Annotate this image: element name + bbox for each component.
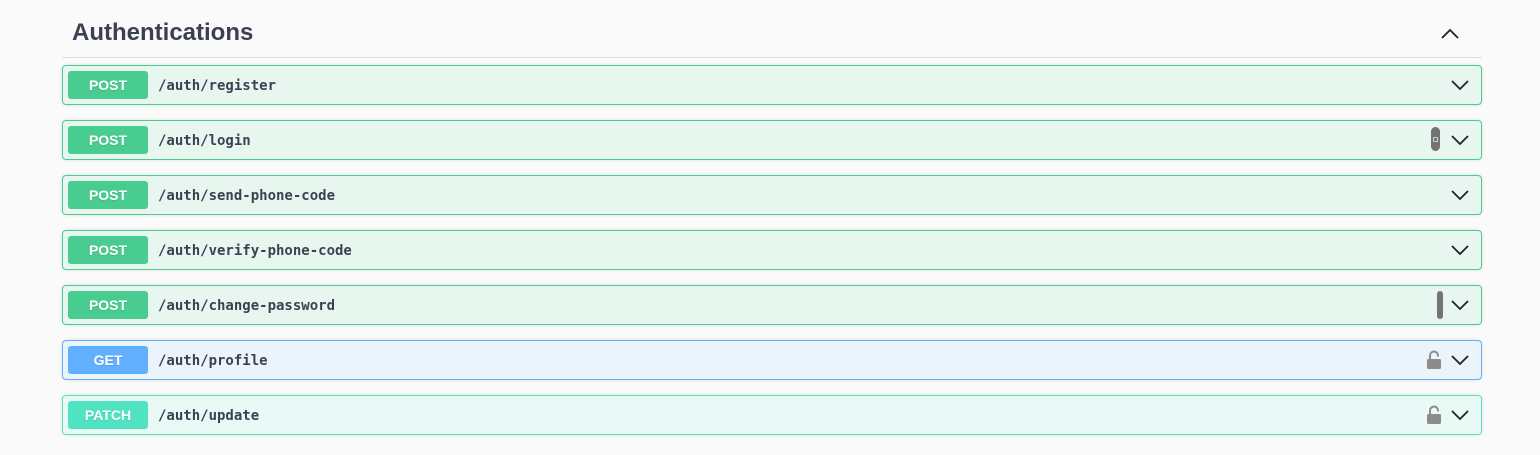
section-header[interactable]: Authentications [62, 0, 1482, 58]
operation-row[interactable]: POST /auth/change-password [62, 285, 1482, 325]
operation-path: /auth/register [158, 78, 277, 94]
operation-path: /auth/login [158, 133, 251, 149]
operation-row[interactable]: GET /auth/profile [62, 340, 1482, 380]
operation-path: /auth/profile [158, 353, 268, 369]
chevron-down-icon[interactable] [1449, 184, 1471, 206]
operation-path: /auth/send-phone-code [158, 188, 336, 204]
operation-row[interactable]: POST /auth/verify-phone-code [62, 230, 1482, 270]
operation-row[interactable]: POST /auth/send-phone-code [62, 175, 1482, 215]
unlock-icon[interactable] [1425, 404, 1443, 426]
operation-path: /auth/update [158, 408, 260, 424]
operation-row[interactable]: POST /auth/register [62, 65, 1482, 105]
chevron-down-icon[interactable] [1449, 129, 1471, 151]
lock-icon[interactable] [1431, 127, 1440, 151]
chevron-down-icon[interactable] [1449, 294, 1471, 316]
operations-list: POST /auth/register POST /auth/login POS… [62, 65, 1482, 450]
method-badge: POST [68, 291, 148, 319]
chevron-down-icon[interactable] [1449, 74, 1471, 96]
chevron-down-icon[interactable] [1449, 404, 1471, 426]
operation-row[interactable]: PATCH /auth/update [62, 395, 1482, 435]
operation-path: /auth/change-password [158, 298, 336, 314]
chevron-up-icon[interactable] [1438, 22, 1462, 46]
operation-path: /auth/verify-phone-code [158, 243, 352, 259]
method-badge: PATCH [68, 401, 148, 429]
method-badge: POST [68, 71, 148, 99]
lock-icon[interactable] [1437, 291, 1443, 319]
method-badge: GET [68, 346, 148, 374]
method-badge: POST [68, 181, 148, 209]
method-badge: POST [68, 236, 148, 264]
chevron-down-icon[interactable] [1449, 239, 1471, 261]
operation-row[interactable]: POST /auth/login [62, 120, 1482, 160]
method-badge: POST [68, 126, 148, 154]
authentications-section: Authentications POST /auth/register POST… [62, 0, 1482, 435]
unlock-icon[interactable] [1425, 349, 1443, 371]
chevron-down-icon[interactable] [1449, 349, 1471, 371]
section-title: Authentications [72, 19, 254, 46]
